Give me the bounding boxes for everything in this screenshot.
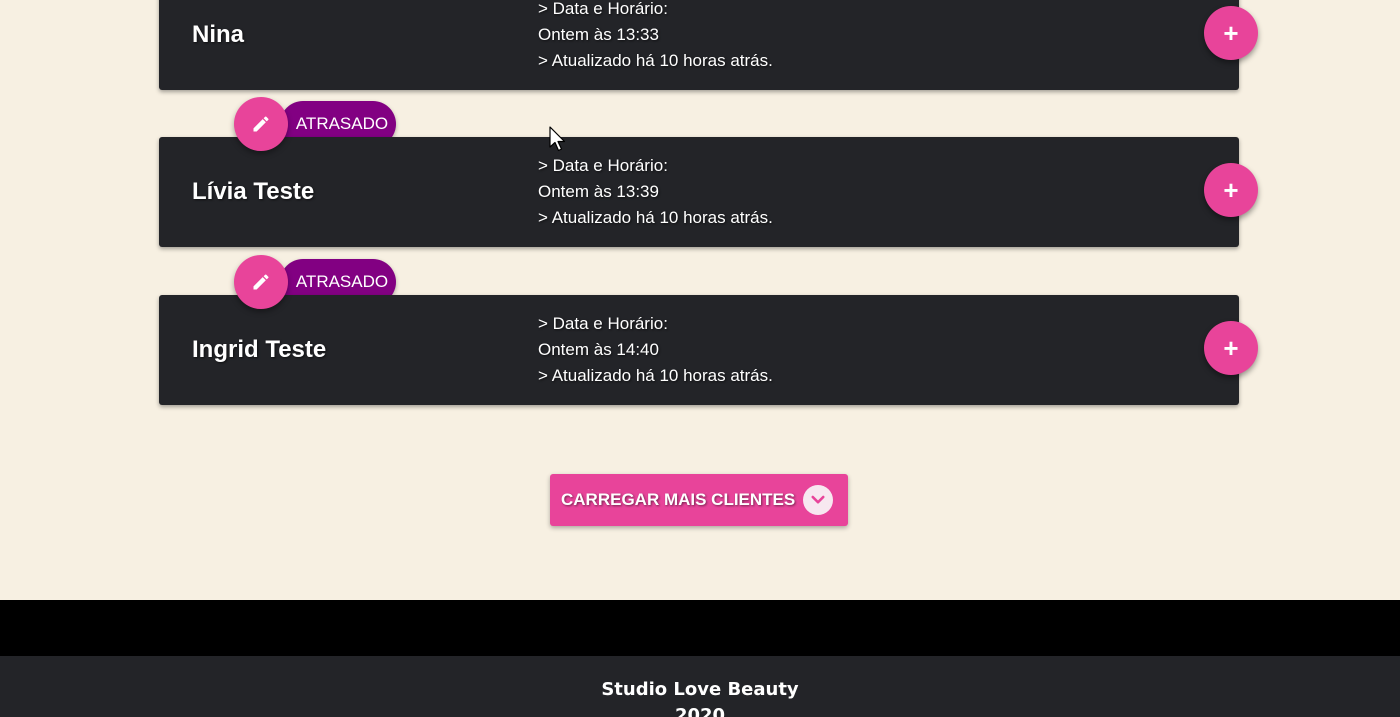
datetime-label: > Data e Horário: xyxy=(538,0,668,18)
updated-text: > Atualizado há 10 horas atrás. xyxy=(538,366,773,385)
client-name: Nina xyxy=(192,21,245,48)
add-button[interactable]: + xyxy=(1204,321,1258,375)
client-card-livia: Lívia Teste > Data e Horário: Ontem às 1… xyxy=(159,137,1258,247)
client-name: Ingrid Teste xyxy=(192,336,327,363)
client-info: > Data e Horário: Ontem às 13:33 > Atual… xyxy=(538,0,773,74)
plus-icon: + xyxy=(1223,332,1239,363)
edit-button[interactable] xyxy=(234,97,288,151)
pencil-icon xyxy=(253,116,269,132)
datetime-value: Ontem às 14:40 xyxy=(538,340,659,359)
datetime-value: Ontem às 13:39 xyxy=(538,182,659,201)
chevron-down-icon xyxy=(803,485,834,515)
datetime-value: Ontem às 13:33 xyxy=(538,25,659,44)
edit-button[interactable] xyxy=(234,255,288,309)
page: Nina > Data e Horário: Ontem às 13:33 > … xyxy=(0,0,1400,717)
client-info: > Data e Horário: Ontem às 13:39 > Atual… xyxy=(538,153,773,231)
datetime-label: > Data e Horário: xyxy=(538,314,668,333)
client-info: > Data e Horário: Ontem às 14:40 > Atual… xyxy=(538,311,773,389)
client-name: Lívia Teste xyxy=(192,178,315,205)
datetime-label: > Data e Horário: xyxy=(538,156,668,175)
add-button[interactable]: + xyxy=(1204,6,1258,60)
footer: Studio Love Beauty 2020 xyxy=(0,656,1400,717)
add-button[interactable]: + xyxy=(1204,163,1258,217)
updated-text: > Atualizado há 10 horas atrás. xyxy=(538,208,773,227)
mouse-cursor-icon xyxy=(549,126,566,152)
plus-icon: + xyxy=(1223,17,1239,48)
updated-text: > Atualizado há 10 horas atrás. xyxy=(538,51,773,70)
client-card-ingrid: Ingrid Teste > Data e Horário: Ontem às … xyxy=(159,295,1258,405)
pencil-icon xyxy=(253,274,269,290)
footer-brand: Studio Love Beauty xyxy=(601,679,799,700)
footer-year: 2020 xyxy=(674,705,726,717)
load-more-clients-button[interactable]: CARREGAR MAIS CLIENTES xyxy=(550,474,848,526)
client-card-nina: Nina > Data e Horário: Ontem às 13:33 > … xyxy=(159,0,1258,90)
plus-icon: + xyxy=(1223,174,1239,205)
load-more-label: CARREGAR MAIS CLIENTES xyxy=(561,490,796,509)
footer-top-bar xyxy=(0,600,1400,656)
